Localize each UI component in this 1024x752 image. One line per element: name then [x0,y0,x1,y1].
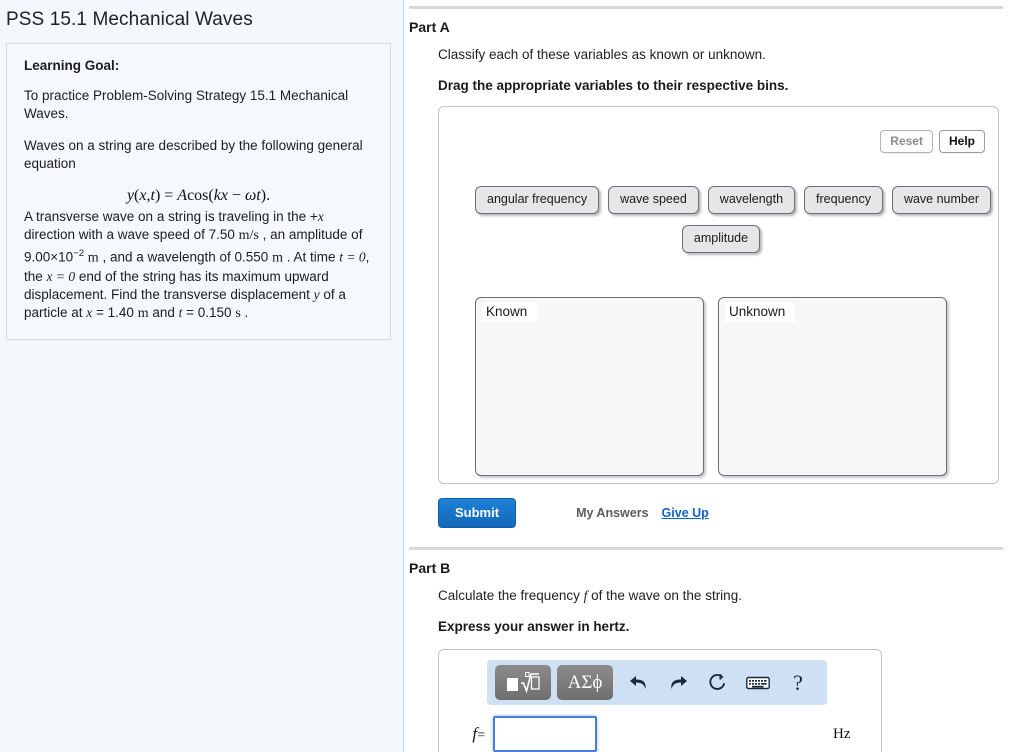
answer-input-row: f= Hz [439,716,883,752]
learning-goal-heading: Learning Goal: [24,58,120,73]
body-var-x: x [317,209,324,224]
part-b-body: Calculate the frequency f of the wave on… [409,587,1024,752]
token-wave-speed[interactable]: wave speed [608,186,699,214]
undo-arrow-icon[interactable] [619,665,657,700]
body-seg-9: = 1.40 [92,304,138,320]
part-b-prompt: Calculate the frequency f of the wave on… [438,587,1024,605]
my-answers-label: My Answers [576,505,649,520]
part-a-submit-row: Submit My Answers Give Up [438,498,1024,528]
bin-unknown[interactable]: Unknown [718,297,947,476]
unit-meters-1: m [87,250,99,266]
token-amplitude[interactable]: amplitude [681,225,761,253]
eq-minus: − [231,187,241,204]
submit-button[interactable]: Submit [438,498,517,528]
body-seg-12: . [240,304,249,320]
math-help-button[interactable]: ? [779,665,817,700]
square-root-template-glyph [507,671,540,694]
problem-body-text: A transverse wave on a string is traveli… [24,208,373,323]
body-seg-1: A transverse wave on a string is traveli… [24,209,318,224]
eq-omega: ω [244,187,257,204]
part-a-body: Classify each of these variables as know… [409,46,1024,528]
part-b-answer-panel: ΑΣϕ ? f= Hz [438,649,882,752]
reset-button[interactable]: Reset [880,130,933,153]
eq-amplitude: A [177,187,188,204]
bin-known[interactable]: Known [475,297,704,476]
token-wavelength[interactable]: wavelength [707,186,796,214]
draggable-tokens-row-2: amplitude [475,225,1017,253]
position-zero-expr: x = 0 [46,268,76,284]
general-equation-intro: Waves on a string are described by the f… [24,138,363,171]
keyboard-icon[interactable] [739,665,777,700]
unit-meters-per-second: m/s [238,228,259,243]
square-root-template-icon[interactable] [495,665,551,700]
keyboard-glyph [746,676,770,689]
unit-hertz-label: Hz [833,725,851,742]
unit-meters-2: m [272,250,283,266]
unit-meters-3: m [137,305,149,321]
answer-pane: Part A Classify each of these variables … [404,0,1024,752]
eq-y: y [126,187,135,204]
page-root: PSS 15.1 Mechanical Waves Learning Goal:… [0,0,1024,752]
learning-goal-box: Learning Goal: To practice Problem-Solvi… [6,43,391,340]
draggable-tokens-row-1: angular frequency wave speed wavelength … [475,186,991,214]
answer-equals-sign: = [477,728,485,743]
redo-arrow-glyph [670,676,687,689]
bin-unknown-label: Unknown [725,303,796,322]
body-seg-5: . At time [282,249,340,265]
part-b-prompt-seg-2: of the wave on the string. [587,588,742,603]
reset-circle-icon[interactable] [699,665,737,700]
eq-close-paren: ) [154,187,161,204]
reset-circle-glyph [708,673,725,690]
problem-statement-pane: PSS 15.1 Mechanical Waves Learning Goal:… [0,0,404,752]
eq-end-paren: ). [260,187,271,204]
time-zero-expr: t = 0 [339,249,366,265]
math-toolbar: ΑΣϕ ? [487,660,827,705]
greek-symbols-button[interactable]: ΑΣϕ [557,665,613,700]
token-wave-number[interactable]: wave number [891,186,991,214]
part-b-prompt-seg-1: Calculate the frequency [438,588,584,603]
body-seg-11: = 0.150 [182,304,236,320]
undo-arrow-glyph [629,676,646,689]
token-angular-frequency[interactable]: angular frequency [475,186,600,214]
answer-variable-label: f= [451,724,485,744]
eq-equals: = [164,187,174,204]
page-title: PSS 15.1 Mechanical Waves [6,9,253,30]
part-b-label: Part B [409,560,451,576]
bin-known-label: Known [482,303,538,322]
part-a-divider [409,6,1003,9]
help-button[interactable]: Help [938,130,985,153]
eq-x2: x [220,187,228,204]
dnd-controls: Reset Help [880,130,985,153]
part-a-prompt: Classify each of these variables as know… [438,47,766,62]
bins-row: Known Unknown [475,297,947,476]
exponent-minus-2: −2 [73,248,85,259]
body-seg-10: and [148,304,179,320]
part-a-label: Part A [409,19,450,35]
body-seg-2: direction with a wave speed of 7.50 [24,227,239,242]
redo-arrow-icon[interactable] [659,665,697,700]
eq-k: k [213,187,221,204]
token-frequency[interactable]: frequency [804,186,883,214]
eq-cos: cos( [187,187,214,204]
part-b-divider [409,547,1003,550]
drag-drop-panel: Reset Help angular frequency wave speed … [438,106,999,484]
part-a-instruction: Drag the appropriate variables to their … [438,78,789,93]
body-seg-4: , and a wavelength of 0.550 [98,249,273,265]
part-b-instruction: Express your answer in hertz. [438,619,630,634]
wave-equation: y(x,t) = Acos(kx − ωt). [24,187,373,205]
frequency-answer-input[interactable] [493,716,597,752]
learning-goal-text: To practice Problem-Solving Strategy 15.… [24,88,349,121]
give-up-link[interactable]: Give Up [662,506,709,521]
greek-symbols-label: ΑΣϕ [567,672,603,693]
